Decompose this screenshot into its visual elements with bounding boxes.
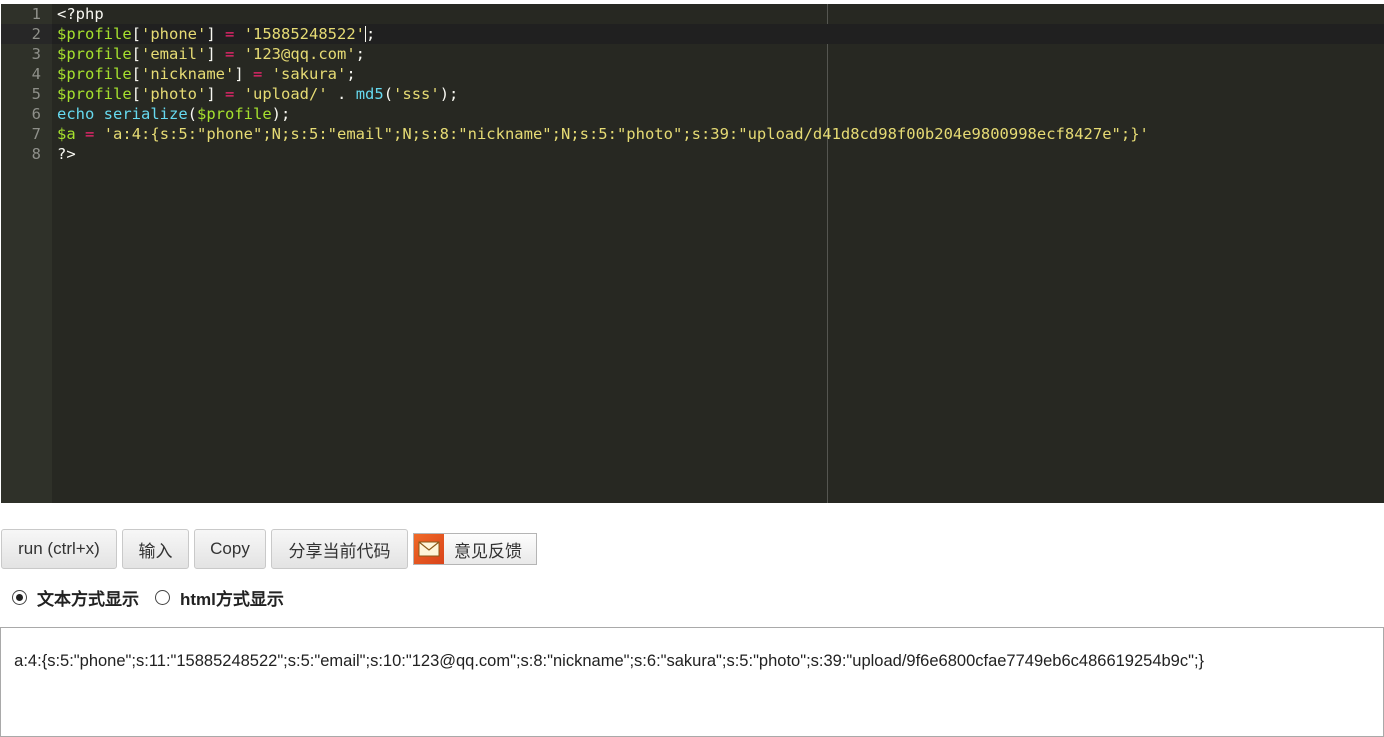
share-code-button[interactable]: 分享当前代码	[271, 529, 408, 569]
code-text: $profile['phone'] = '15885248522';	[57, 24, 375, 44]
code-token: 'upload/'	[243, 85, 328, 103]
code-token: echo	[57, 105, 95, 123]
code-token: ?>	[57, 145, 76, 163]
feedback-button[interactable]: 意见反馈	[413, 533, 537, 565]
html-mode-option[interactable]: html方式显示	[155, 585, 284, 610]
code-token: '15885248522'	[243, 25, 366, 43]
code-text: $a = 'a:4:{s:5:"phone";N;s:5:"email";N;s…	[57, 124, 1149, 144]
code-token: ]	[206, 25, 225, 43]
code-token: ;	[346, 65, 356, 83]
html-mode-label: html方式显示	[180, 589, 284, 609]
code-token: =	[253, 65, 263, 83]
code-text: $profile['photo'] = 'upload/' . md5('sss…	[57, 84, 458, 104]
code-text: $profile['nickname'] = 'sakura';	[57, 64, 356, 84]
code-token: <?php	[57, 5, 104, 23]
line-number: 7	[31, 125, 41, 143]
code-token: (	[383, 85, 394, 103]
code-token: ;	[355, 45, 366, 63]
code-token: 'nickname'	[141, 65, 235, 83]
code-token: (	[187, 105, 198, 123]
code-token: 'email'	[141, 45, 207, 63]
code-token: $profile	[57, 65, 132, 83]
code-line[interactable]: 4 $profile['nickname'] = 'sakura';	[1, 64, 1384, 84]
code-token: [	[131, 25, 141, 43]
code-line[interactable]: 5 $profile['photo'] = 'upload/' . md5('ss…	[1, 84, 1384, 104]
code-text: ?>	[57, 144, 76, 164]
feedback-label: 意见反馈	[454, 541, 522, 561]
code-token: ;	[366, 25, 376, 43]
text-mode-radio[interactable]	[12, 589, 27, 605]
output-panel[interactable]: a:4:{s:5:"phone";s:11:"15885248522";s:5:…	[0, 627, 1384, 737]
code-token: $profile	[197, 105, 272, 123]
code-token: =	[225, 45, 235, 63]
code-token: 'sss'	[393, 85, 440, 103]
line-number: 1	[31, 5, 41, 23]
code-text: echo serialize($profile);	[57, 104, 290, 124]
code-line[interactable]: 6 echo serialize($profile);	[1, 104, 1384, 124]
code-line[interactable]: 7 $a = 'a:4:{s:5:"phone";N;s:5:"email";N;…	[1, 124, 1384, 144]
code-line[interactable]: 8 ?>	[1, 144, 1384, 164]
code-token: );	[439, 85, 459, 103]
code-token: $profile	[57, 45, 132, 63]
line-number: 2	[1, 24, 52, 44]
code-token: 'sakura'	[271, 65, 347, 83]
html-mode-radio[interactable]	[155, 589, 170, 605]
code-token: ]	[206, 45, 225, 63]
display-mode-options: 文本方式显示 html方式显示	[12, 585, 300, 610]
code-token: =	[225, 85, 235, 103]
run-button[interactable]: run (ctrl+x)	[1, 529, 117, 569]
code-token: 'photo'	[141, 85, 207, 103]
mail-icon	[414, 534, 444, 564]
code-token: $a	[57, 125, 76, 143]
code-text: <?php	[57, 4, 104, 24]
text-mode-option[interactable]: 文本方式显示	[12, 585, 139, 610]
code-token: [	[131, 85, 141, 103]
code-editor[interactable]: 1 <?php 2 $profile['phone'] = '15885248522'…	[1, 4, 1384, 503]
output-text: a:4:{s:5:"phone";s:11:"15885248522";s:5:…	[14, 652, 1205, 670]
code-token: 'phone'	[141, 25, 207, 43]
code-token: md5	[355, 85, 384, 103]
input-button[interactable]: 输入	[122, 529, 189, 569]
code-token: $profile	[57, 25, 132, 43]
code-token: 'a:4:{s:5:"phone";N;s:5:"email";N;s:8:"n…	[103, 125, 1149, 143]
code-line[interactable]: 3 $profile['email'] = '123@qq.com';	[1, 44, 1384, 64]
code-token: ]	[234, 65, 253, 83]
code-token: =	[85, 125, 95, 143]
code-token: [	[131, 65, 141, 83]
line-number: 5	[31, 85, 41, 103]
code-token: ]	[206, 85, 225, 103]
line-number: 8	[31, 145, 41, 163]
line-number: 6	[31, 105, 41, 123]
line-number: 3	[31, 45, 41, 63]
code-token: [	[131, 45, 141, 63]
code-token: );	[271, 105, 291, 123]
code-line[interactable]: 2 $profile['phone'] = '15885248522';	[1, 24, 1384, 44]
code-token: '123@qq.com'	[243, 45, 356, 63]
text-mode-label: 文本方式显示	[37, 589, 139, 609]
code-token: serialize	[103, 105, 188, 123]
line-number: 4	[31, 65, 41, 83]
code-token: .	[327, 85, 356, 103]
code-token: =	[225, 25, 235, 43]
code-line[interactable]: 1 <?php	[1, 4, 1384, 24]
code-text: $profile['email'] = '123@qq.com';	[57, 44, 365, 64]
code-token: $profile	[57, 85, 132, 103]
toolbar: run (ctrl+x) 输入 Copy 分享当前代码 意见反馈	[1, 529, 537, 571]
copy-button[interactable]: Copy	[194, 529, 266, 569]
